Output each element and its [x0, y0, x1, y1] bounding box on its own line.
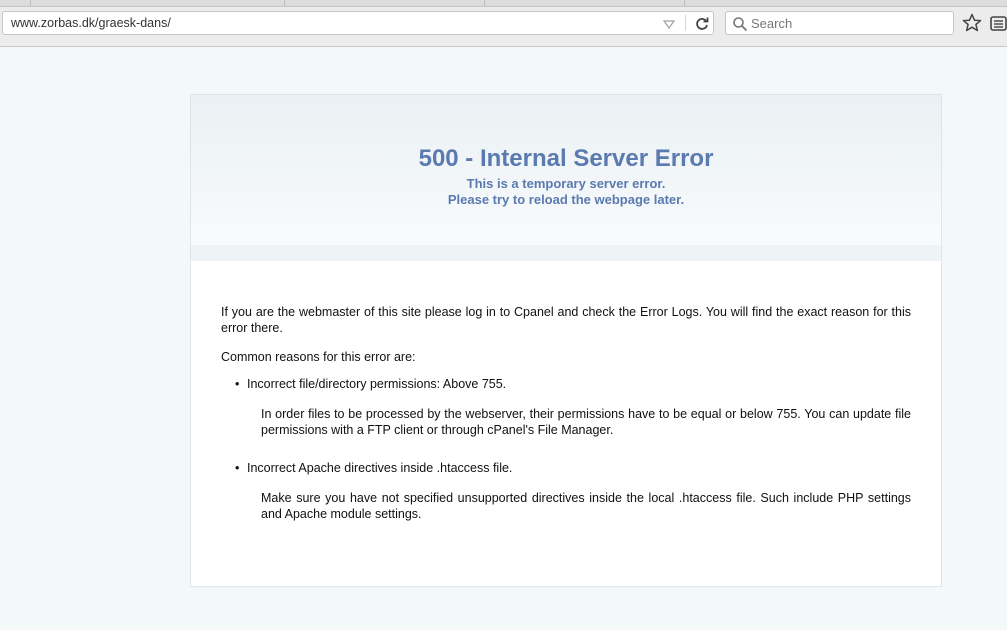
reason-title: Incorrect Apache directives inside .htac… — [247, 461, 513, 475]
url-text[interactable]: www.zorbas.dk/graesk-dans/ — [11, 16, 171, 30]
search-input[interactable] — [751, 14, 946, 32]
address-bar[interactable]: www.zorbas.dk/graesk-dans/ — [2, 11, 714, 35]
tab-edge — [30, 0, 31, 6]
reason-title: Incorrect file/directory permissions: Ab… — [247, 377, 507, 391]
reload-icon[interactable] — [693, 15, 711, 33]
error-subtitle: This is a temporary server error. — [466, 176, 666, 191]
intro-text: If you are the webmaster of this site pl… — [221, 305, 911, 335]
search-bar[interactable] — [725, 11, 954, 35]
reader-icon[interactable] — [990, 15, 1007, 32]
reason-detail: Make sure you have not specified unsuppo… — [261, 491, 911, 521]
tab-edge — [684, 0, 685, 6]
page-title: 500 - Internal Server Error — [418, 145, 714, 172]
list-item: • Incorrect Apache directives inside .ht… — [235, 461, 513, 475]
browser-chrome: www.zorbas.dk/graesk-dans/ — [0, 0, 1007, 47]
star-icon[interactable] — [962, 13, 982, 33]
reason-detail: In order files to be processed by the we… — [261, 407, 911, 437]
common-reasons-label: Common reasons for this error are: — [221, 350, 416, 364]
list-item: • Incorrect file/directory permissions: … — [235, 377, 507, 391]
divider — [191, 245, 941, 261]
error-subtitle: Please try to reload the webpage later. — [447, 192, 685, 207]
chevron-down-icon[interactable] — [663, 18, 675, 30]
tab-strip — [0, 0, 1007, 7]
error-header: 500 - Internal Server Error This is a te… — [191, 95, 941, 245]
search-icon — [733, 17, 748, 32]
divider — [685, 15, 686, 31]
bullet-icon: • — [235, 461, 240, 475]
tab-edge — [484, 0, 485, 6]
error-card: 500 - Internal Server Error This is a te… — [190, 94, 942, 587]
tab-edge — [284, 0, 285, 6]
bullet-icon: • — [235, 377, 240, 391]
